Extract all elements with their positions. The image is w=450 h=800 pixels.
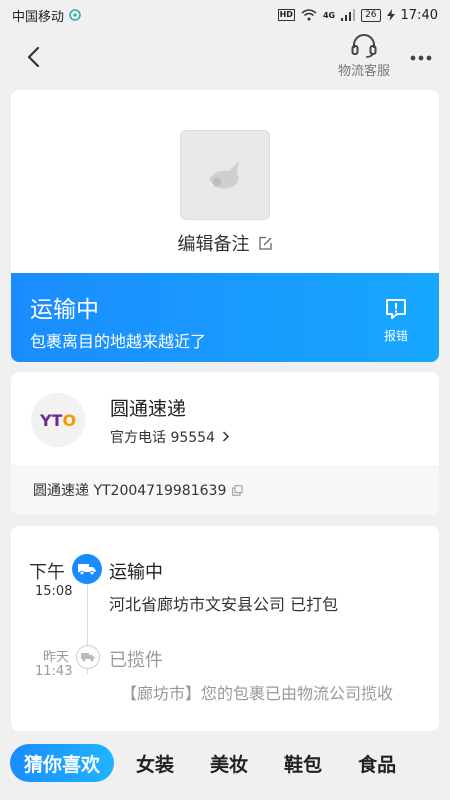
event-title: 已揽件 [109,650,163,671]
tab-shoes-bags[interactable]: 鞋包 [284,744,322,782]
battery-level: 26 [361,8,381,22]
chevron-right-icon [223,431,230,442]
back-button[interactable] [18,42,48,72]
status-right: HD 4G 26 17:40 [277,7,438,23]
status-bar: 中国移动 HD 4G 26 17:40 [0,0,450,30]
logo-text-accent: O [62,410,77,430]
event-day: 昨天 [43,650,70,665]
timeline-dot-active [72,554,102,584]
truck-icon [81,653,95,662]
event-title: 运输中 [109,562,163,583]
headset-icon [351,34,377,58]
package-card: 编辑备注 运输中 包裹离目的地越来越近了 报错 [11,90,439,362]
placeholder-bird-icon [209,161,239,189]
clock: 17:40 [400,7,438,23]
cloud-icon [69,9,81,21]
hd-badge: HD [277,9,295,21]
event-description: 河北省廊坊市文安县公司 已打包 [109,595,339,614]
tab-food[interactable]: 食品 [358,744,396,782]
carrier-name: 中国移动 [12,9,65,25]
status-title: 运输中 [30,297,99,323]
wifi-icon [301,9,317,21]
customer-service-button[interactable]: 物流客服 [330,34,398,82]
chevron-left-icon [27,46,40,68]
more-icon [410,55,432,61]
nav-bar: 物流客服 [0,30,450,86]
category-tabs: 猜你喜欢 女装 美妆 鞋包 食品 [0,742,450,784]
tab-beauty[interactable]: 美妆 [210,744,248,782]
tab-guess-you-like[interactable]: 猜你喜欢 [10,744,115,782]
logo-text-main: YT [39,410,63,430]
copy-icon[interactable] [232,484,243,496]
event-time: 15:08 [35,584,73,599]
courier-phone: 官方电话 95554 [110,430,215,446]
tracking-number-row[interactable]: 圆通速递 YT2004719981639 [11,465,439,515]
signal-icon [341,9,356,21]
tracking-text: 圆通速递 YT2004719981639 [33,483,227,499]
carrier-group: 中国移动 [12,6,82,25]
tab-womens-clothing[interactable]: 女装 [136,744,174,782]
status-subtitle: 包裹离目的地越来越近了 [30,332,207,351]
event-description: 【廊坊市】您的包裹已由物流公司揽收 [121,684,394,703]
report-label: 报错 [383,329,408,343]
report-error-button[interactable]: 报错 [379,297,413,344]
event-day: 下午 [29,562,65,583]
report-icon [386,299,406,319]
status-banner: 运输中 包裹离目的地越来越近了 报错 [11,273,439,362]
courier-phone-link[interactable]: 官方电话 95554 [110,427,230,447]
edit-icon [258,236,272,250]
edit-remark-label: 编辑备注 [177,234,250,255]
timeline-dot-inactive [76,645,100,669]
package-thumbnail[interactable] [180,130,270,220]
courier-name: 圆通速递 [110,398,187,420]
charging-icon [386,9,395,21]
more-button[interactable] [404,44,438,72]
edit-remark-button[interactable]: 编辑备注 [11,228,439,258]
customer-service-label: 物流客服 [337,64,390,79]
network-type: 4G [322,10,336,20]
courier-card: YT O 圆通速递 官方电话 95554 圆通速递 YT2004719981639 [11,372,439,515]
courier-logo: YT O [31,393,85,447]
event-time: 11:43 [35,664,73,679]
timeline-card: 下午 15:08 运输中 河北省廊坊市文安县公司 已打包 昨天 11:43 已揽… [11,526,439,731]
truck-icon [78,564,96,575]
